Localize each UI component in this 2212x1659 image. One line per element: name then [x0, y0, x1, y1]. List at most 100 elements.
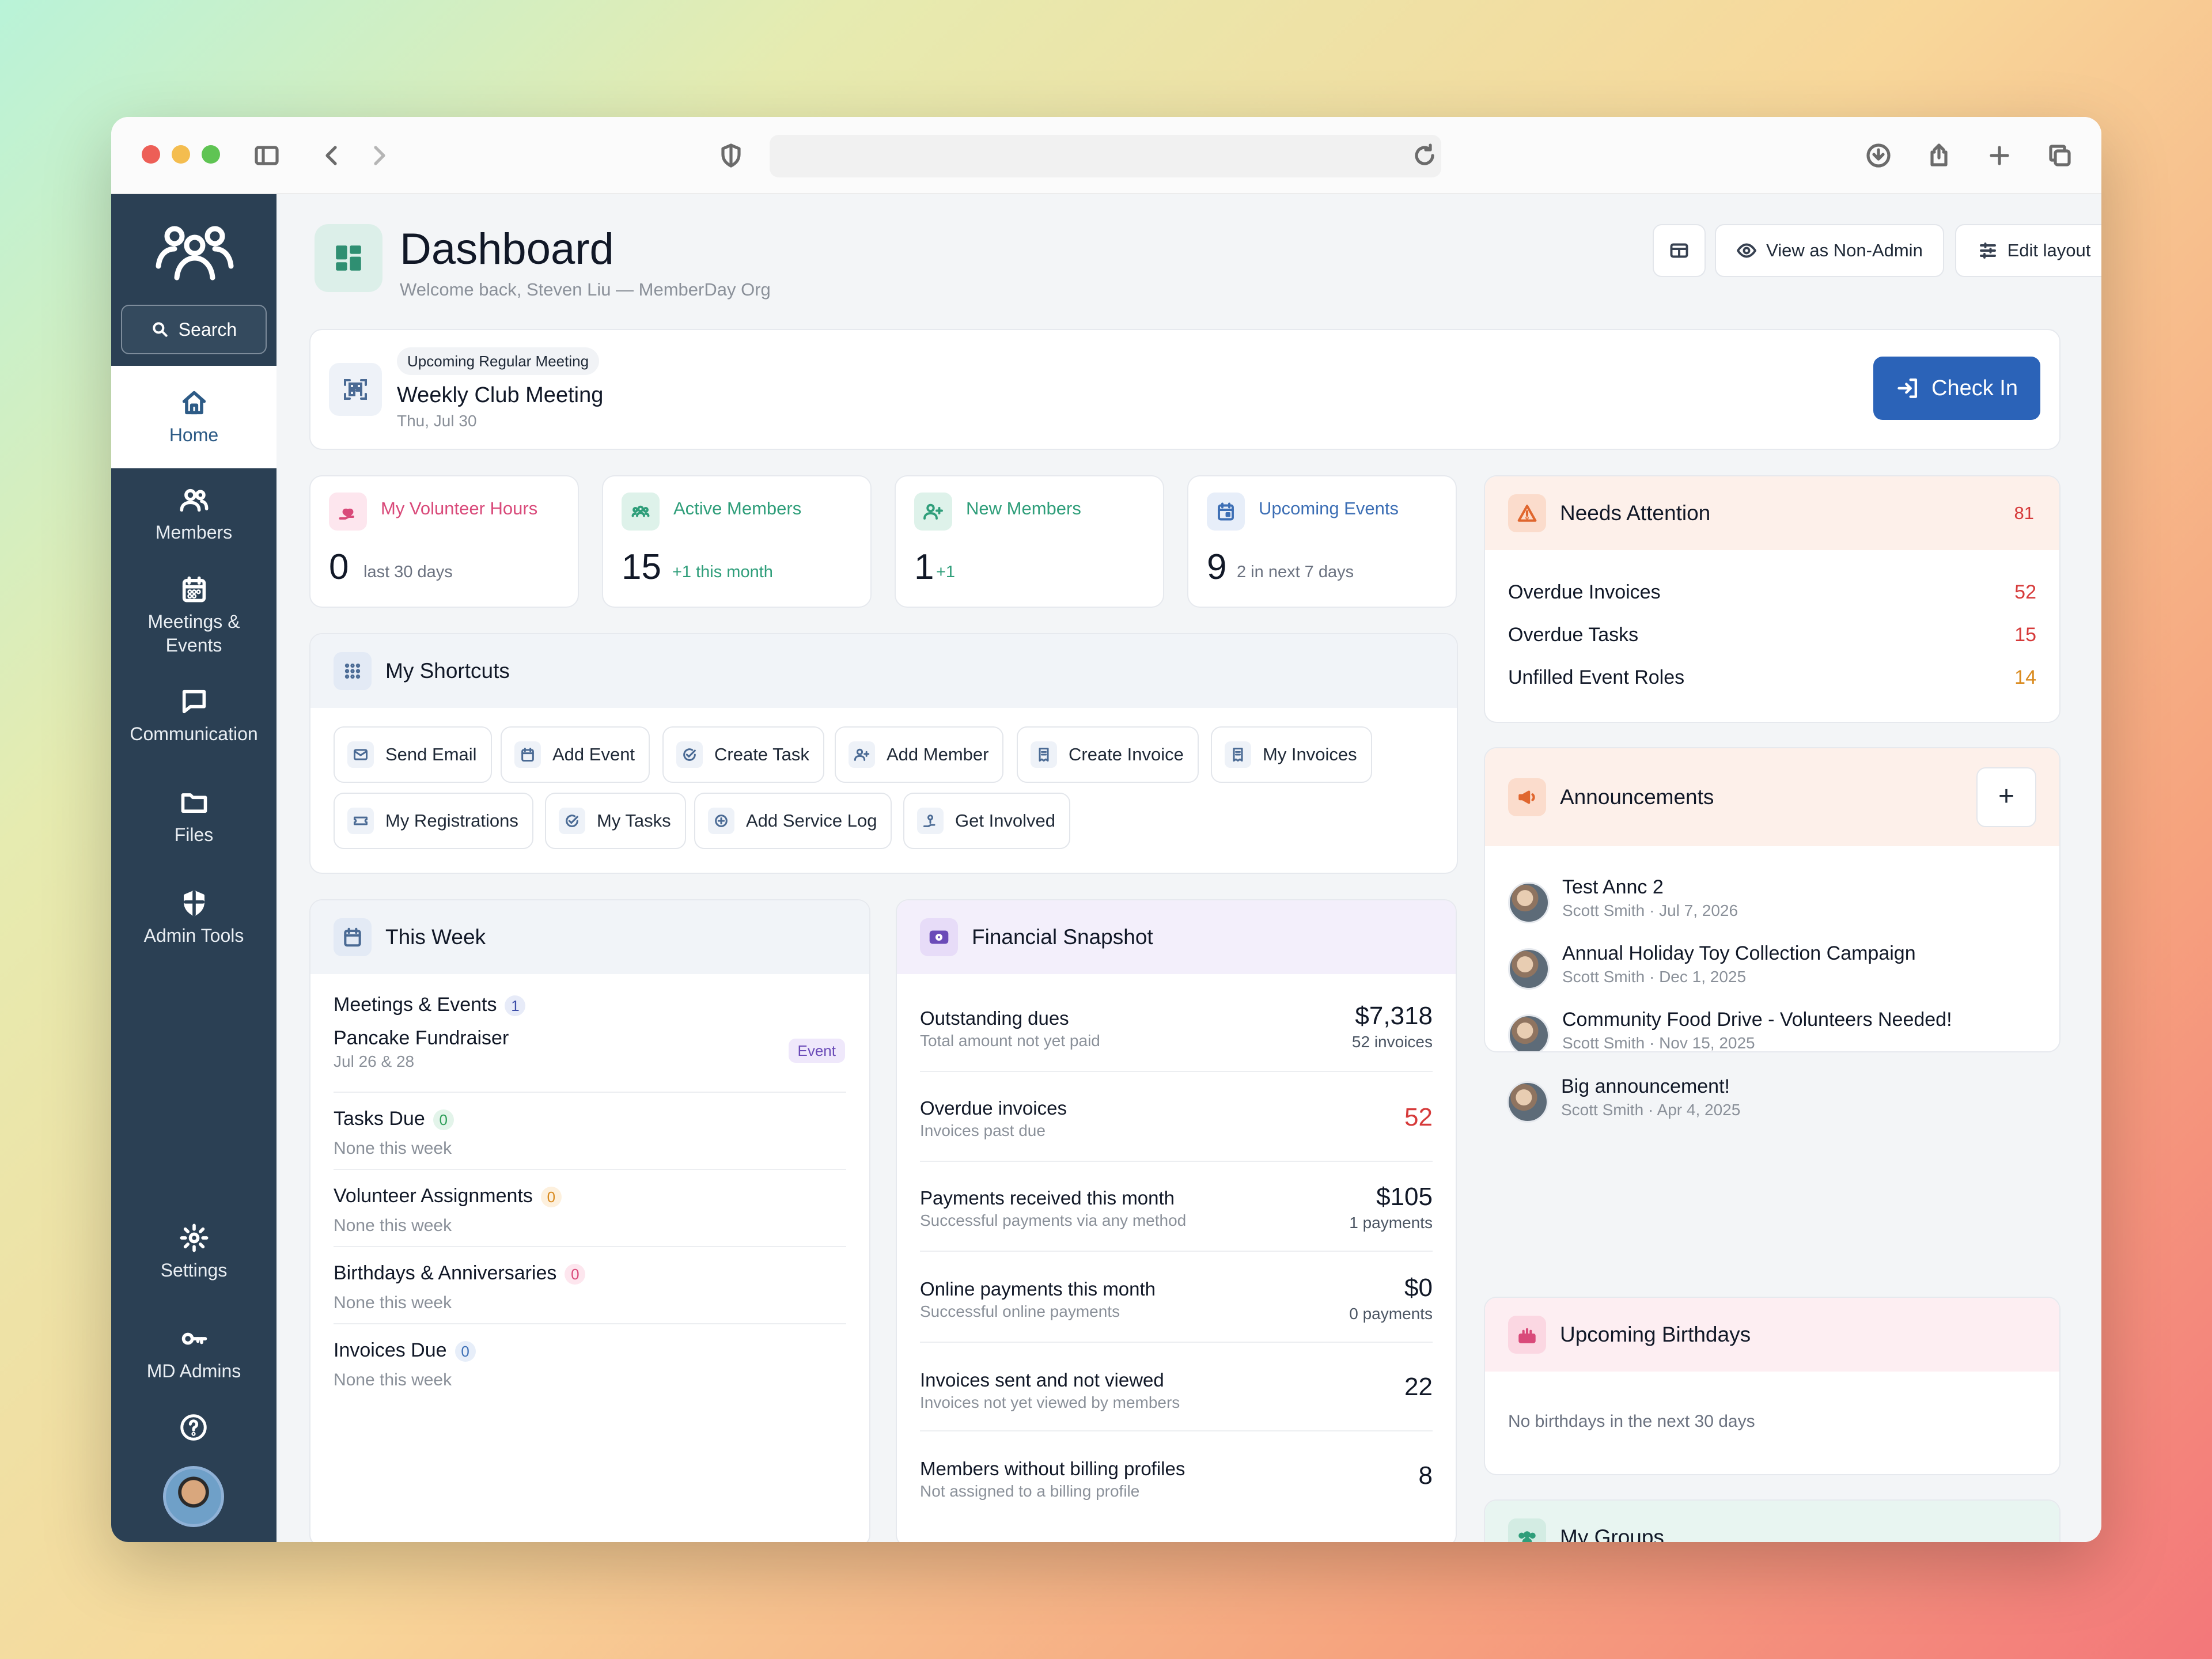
share-icon[interactable]: [1923, 139, 1955, 172]
shortcut-add-service-log[interactable]: Add Service Log: [694, 793, 892, 849]
stat-card-volunteer-hours[interactable]: My Volunteer Hours 0 last 30 days: [309, 475, 579, 608]
announcement-title: Community Food Drive - Volunteers Needed…: [1562, 1009, 1952, 1031]
announcement-author: Scott Smith: [1562, 1034, 1645, 1052]
close-window-button[interactable]: [142, 145, 160, 164]
this-week-card: This Week Meetings & Events 1 Pancake Fun…: [309, 899, 870, 1542]
event-name[interactable]: Pancake Fundraiser: [334, 1027, 509, 1050]
minimize-window-button[interactable]: [172, 145, 190, 164]
announcement-item[interactable]: Big announcement! Scott Smith · Apr 4, 20…: [1507, 1075, 1869, 1133]
page-title: Dashboard: [400, 225, 614, 274]
this-week-header: This Week: [310, 900, 869, 974]
reload-icon[interactable]: [1408, 139, 1441, 172]
view-as-non-admin-button[interactable]: View as Non-Admin: [1715, 224, 1944, 277]
volunteer-assignments-heading: Volunteer Assignments 0: [334, 1185, 562, 1208]
row-subtitle: Total amount not yet paid: [920, 1032, 1100, 1050]
sidebar-item-meetings-events[interactable]: Meetings & Events: [111, 574, 276, 657]
card-title: Needs Attention: [1560, 501, 1711, 525]
stat-card-upcoming-events[interactable]: Upcoming Events 9 2 in next 7 days: [1187, 475, 1457, 608]
privacy-shield-icon[interactable]: [715, 139, 747, 172]
shortcut-create-task[interactable]: Create Task: [662, 726, 824, 783]
sidebar-item-settings[interactable]: Settings: [111, 1223, 276, 1282]
invoices-due-heading: Invoices Due 0: [334, 1339, 476, 1362]
tab-overview-icon[interactable]: [2044, 139, 2076, 172]
user-avatar[interactable]: [163, 1466, 224, 1527]
help-icon[interactable]: [178, 1412, 209, 1443]
sidebar-item-admin-tools[interactable]: Admin Tools: [111, 888, 276, 948]
shortcut-create-invoice[interactable]: Create Invoice: [1017, 726, 1199, 783]
divider: [920, 1342, 1433, 1343]
back-icon[interactable]: [316, 139, 348, 172]
check-in-button[interactable]: Check In: [1873, 357, 2040, 420]
sidebar-item-members[interactable]: Members: [111, 485, 276, 544]
sidebar-item-md-admins[interactable]: MD Admins: [111, 1324, 276, 1383]
shortcut-get-involved[interactable]: Get Involved: [903, 793, 1071, 849]
tasks-due-heading: Tasks Due 0: [334, 1108, 454, 1131]
layout-toggle-button[interactable]: [1653, 224, 1706, 277]
zoom-window-button[interactable]: [202, 145, 220, 164]
divider: [920, 1071, 1433, 1072]
row-subtitle: Invoices not yet viewed by members: [920, 1393, 1180, 1411]
shortcut-my-tasks[interactable]: My Tasks: [545, 793, 686, 849]
download-icon[interactable]: [1862, 139, 1895, 172]
calendar-icon: [514, 741, 541, 768]
row-value-sub: 0 payments: [1349, 1305, 1433, 1323]
stat-sub: last 30 days: [363, 563, 453, 581]
announcement-author: Scott Smith: [1562, 902, 1645, 919]
stat-card-new-members[interactable]: New Members 1 +1: [895, 475, 1164, 608]
attention-row-unfilled-roles[interactable]: Unfilled Event Roles 14: [1508, 666, 2036, 689]
stat-card-active-members[interactable]: Active Members 15 +1 this month: [602, 475, 872, 608]
stat-label: Upcoming Events: [1259, 498, 1399, 518]
section-label: Birthdays & Anniversaries: [334, 1262, 557, 1284]
announcement-date: Apr 4, 2025: [1657, 1101, 1741, 1119]
row-title: Overdue invoices: [920, 1097, 1067, 1119]
announcement-item[interactable]: Community Food Drive - Volunteers Needed…: [1508, 1009, 2036, 1051]
row-value: $0: [1404, 1274, 1433, 1302]
shortcut-send-email[interactable]: Send Email: [334, 726, 492, 783]
row-subtitle: Successful online payments: [920, 1302, 1120, 1320]
attention-row-overdue-invoices[interactable]: Overdue Invoices 52: [1508, 581, 2036, 604]
shortcut-label: My Registrations: [385, 810, 518, 831]
attention-row-overdue-tasks[interactable]: Overdue Tasks 15: [1508, 624, 2036, 646]
sidebar-item-communication[interactable]: Communication: [111, 687, 276, 746]
row-value-sub: 1 payments: [1349, 1214, 1433, 1232]
row-value: 52: [2014, 581, 2036, 603]
plus-circle-icon: [708, 808, 734, 834]
edit-layout-button[interactable]: Edit layout: [1955, 224, 2101, 277]
author-avatar: [1508, 1014, 1550, 1051]
author-avatar: [1508, 948, 1550, 990]
address-bar[interactable]: [770, 135, 1441, 177]
sidebar-item-home[interactable]: Home: [111, 366, 276, 468]
shortcut-add-event[interactable]: Add Event: [501, 726, 650, 783]
sidebar-toggle-icon[interactable]: [251, 139, 283, 172]
search-icon: [153, 322, 168, 337]
row-title: Payments received this month: [920, 1187, 1175, 1209]
shortcuts-header: My Shortcuts: [310, 634, 1457, 708]
shortcut-my-invoices[interactable]: My Invoices: [1211, 726, 1372, 783]
sidebar-item-files[interactable]: Files: [111, 787, 276, 847]
divider: [334, 1323, 846, 1324]
new-tab-icon[interactable]: [1983, 139, 2016, 172]
financial-snapshot-header: Financial Snapshot: [897, 900, 1456, 974]
browser-toolbar: [111, 117, 2101, 194]
meeting-tag: Upcoming Regular Meeting: [397, 347, 600, 375]
page-subtitle: Welcome back, Steven Liu — MemberDay Org: [400, 279, 771, 300]
shortcuts-card: My Shortcuts Send Email Add Event Create…: [309, 633, 1458, 874]
add-announcement-button[interactable]: +: [1976, 767, 2036, 827]
shortcut-add-member[interactable]: Add Member: [835, 726, 1004, 783]
card-title: Financial Snapshot: [972, 925, 1153, 949]
edit-layout-label: Edit layout: [2007, 240, 2091, 260]
forward-icon[interactable]: [363, 139, 395, 172]
upcoming-meeting-card: Upcoming Regular Meeting Weekly Club Mee…: [309, 329, 2061, 450]
announcement-item[interactable]: Test Annc 2 Scott Smith · Jul 7, 2026: [1508, 876, 2036, 934]
announcement-date: Dec 1, 2025: [1659, 968, 1747, 986]
birthdays-anniversaries-heading: Birthdays & Anniversaries 0: [334, 1262, 586, 1285]
search-button[interactable]: Search: [121, 305, 267, 354]
shortcut-my-registrations[interactable]: My Registrations: [334, 793, 533, 849]
calendar-icon: [1207, 493, 1245, 531]
sidebar-item-label: Settings: [160, 1260, 228, 1281]
announcement-item[interactable]: Annual Holiday Toy Collection Campaign Sc…: [1508, 942, 2036, 1000]
home-icon: [182, 391, 206, 414]
invoice-icon: [1225, 741, 1251, 768]
section-label: Volunteer Assignments: [334, 1185, 533, 1207]
row-value: $7,318: [1355, 1002, 1433, 1030]
